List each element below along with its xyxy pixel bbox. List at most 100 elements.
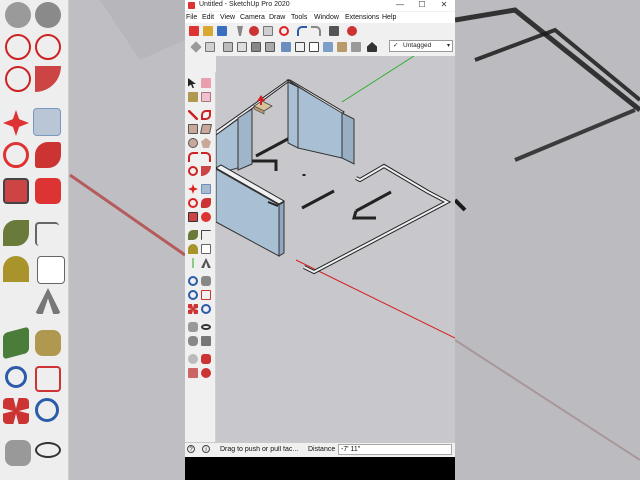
arc-icon[interactable] (188, 152, 198, 162)
warehouse-tool-icon[interactable] (188, 354, 198, 364)
scale-icon[interactable] (188, 212, 198, 222)
polygon-icon[interactable] (201, 138, 211, 148)
tape-measure-icon[interactable] (188, 230, 198, 240)
circle-icon[interactable] (188, 138, 198, 148)
top-view-icon[interactable] (205, 42, 215, 52)
right-view-icon[interactable] (237, 42, 247, 52)
dimension-icon[interactable] (201, 230, 211, 240)
zoom-window-icon[interactable] (201, 290, 211, 300)
rotate-icon[interactable] (188, 198, 198, 208)
style-builder-icon[interactable] (201, 368, 211, 378)
wireframe-icon[interactable] (295, 42, 305, 52)
menu-file[interactable]: File (186, 14, 197, 21)
follow-me-icon[interactable] (201, 198, 211, 208)
paste-icon[interactable] (263, 26, 273, 36)
previous-view-icon[interactable] (201, 304, 211, 314)
offset-icon[interactable] (201, 212, 211, 222)
menu-bar: File Edit View Camera Draw Tools Window … (185, 12, 455, 23)
maximize-button[interactable]: ☐ (411, 0, 433, 11)
model-viewport[interactable] (216, 56, 455, 442)
pan-icon[interactable] (201, 276, 211, 286)
wall-face (289, 81, 343, 159)
menu-view[interactable]: View (220, 14, 235, 21)
eraser-icon[interactable] (201, 78, 211, 88)
red-axis (295, 259, 455, 339)
arc2-icon[interactable] (201, 152, 211, 162)
line-icon[interactable] (188, 110, 198, 120)
walk-icon[interactable] (188, 336, 198, 346)
push-pull-icon[interactable] (201, 184, 211, 194)
geo-location-icon[interactable]: ? (187, 445, 195, 453)
print-icon[interactable] (329, 26, 339, 36)
chevron-down-icon: ▾ (446, 43, 450, 49)
warehouse-icon[interactable] (367, 42, 377, 52)
tag-check-icon: ✓ (393, 42, 399, 49)
xray-icon[interactable] (281, 42, 291, 52)
eraser2-icon[interactable] (201, 92, 211, 102)
iso-view-icon[interactable] (190, 41, 202, 53)
orbit-icon[interactable] (188, 276, 198, 286)
cut-icon[interactable] (237, 26, 243, 36)
sketchup-logo-icon (188, 2, 195, 9)
three-point-arc-icon[interactable] (188, 166, 198, 176)
wall-face (341, 112, 355, 165)
hidden-line-icon[interactable] (309, 42, 319, 52)
3d-text-icon[interactable] (201, 258, 211, 268)
open-icon[interactable] (203, 26, 213, 36)
background-floorplan-blur (455, 7, 640, 461)
menu-extensions[interactable]: Extensions (345, 14, 379, 21)
protractor-icon[interactable] (188, 244, 198, 254)
section-plane-icon[interactable] (201, 336, 211, 346)
menu-edit[interactable]: Edit (202, 14, 214, 21)
rotated-rectangle-icon[interactable] (199, 124, 213, 134)
move-icon[interactable] (188, 184, 198, 194)
wall-face (278, 201, 285, 257)
tag-selector[interactable]: ✓ Untagged ▾ (389, 40, 453, 52)
model-info-icon[interactable] (347, 26, 357, 36)
shaded-icon[interactable] (323, 42, 333, 52)
menu-help[interactable]: Help (382, 14, 396, 21)
look-around-icon[interactable] (201, 324, 211, 330)
redo-icon[interactable] (311, 26, 321, 36)
measurements-box[interactable]: -7' 11" (338, 444, 452, 455)
copy-icon[interactable] (249, 26, 259, 36)
extension-warehouse-icon[interactable] (201, 354, 211, 364)
minimize-button[interactable]: — (389, 0, 411, 11)
close-button[interactable]: ✕ (433, 0, 455, 11)
rectangle-icon[interactable] (188, 124, 198, 134)
undo-icon[interactable] (297, 26, 307, 36)
status-message: Drag to push or pull fac... (220, 446, 299, 453)
pie-icon[interactable] (201, 166, 211, 176)
measurements-label: Distance (308, 446, 336, 453)
menu-window[interactable]: Window (314, 14, 339, 21)
monochrome-icon[interactable] (351, 42, 361, 52)
new-icon[interactable] (189, 26, 199, 36)
menu-draw[interactable]: Draw (269, 14, 285, 21)
zoom-icon[interactable] (188, 290, 198, 300)
info-icon[interactable]: i (202, 445, 210, 453)
position-camera-icon[interactable] (188, 322, 198, 332)
background-right-blurred (455, 0, 640, 480)
left-view-icon[interactable] (265, 42, 275, 52)
standard-toolbar (185, 24, 455, 38)
front-view-icon[interactable] (223, 42, 233, 52)
window-title: Untitled - SketchUp Pro 2020 (199, 1, 290, 8)
menu-tools[interactable]: Tools (291, 14, 307, 21)
sketchup-window: Untitled - SketchUp Pro 2020 — ☐ ✕ File … (185, 0, 455, 480)
zoom-extents-icon[interactable] (188, 304, 198, 314)
title-bar: Untitled - SketchUp Pro 2020 — ☐ ✕ (185, 0, 455, 11)
text-icon[interactable] (201, 244, 211, 254)
back-view-icon[interactable] (251, 42, 261, 52)
green-axis (341, 56, 415, 103)
select-icon[interactable] (188, 78, 196, 88)
paint-bucket-icon[interactable] (188, 92, 198, 102)
partition-wall (355, 190, 392, 213)
axes-icon[interactable] (188, 258, 198, 268)
save-icon[interactable] (217, 26, 227, 36)
menu-camera[interactable]: Camera (240, 14, 265, 21)
erase-icon[interactable] (279, 26, 289, 36)
freehand-icon[interactable] (201, 110, 211, 120)
layout-icon[interactable] (188, 368, 198, 378)
partition-wall (301, 189, 335, 210)
textured-icon[interactable] (337, 42, 347, 52)
